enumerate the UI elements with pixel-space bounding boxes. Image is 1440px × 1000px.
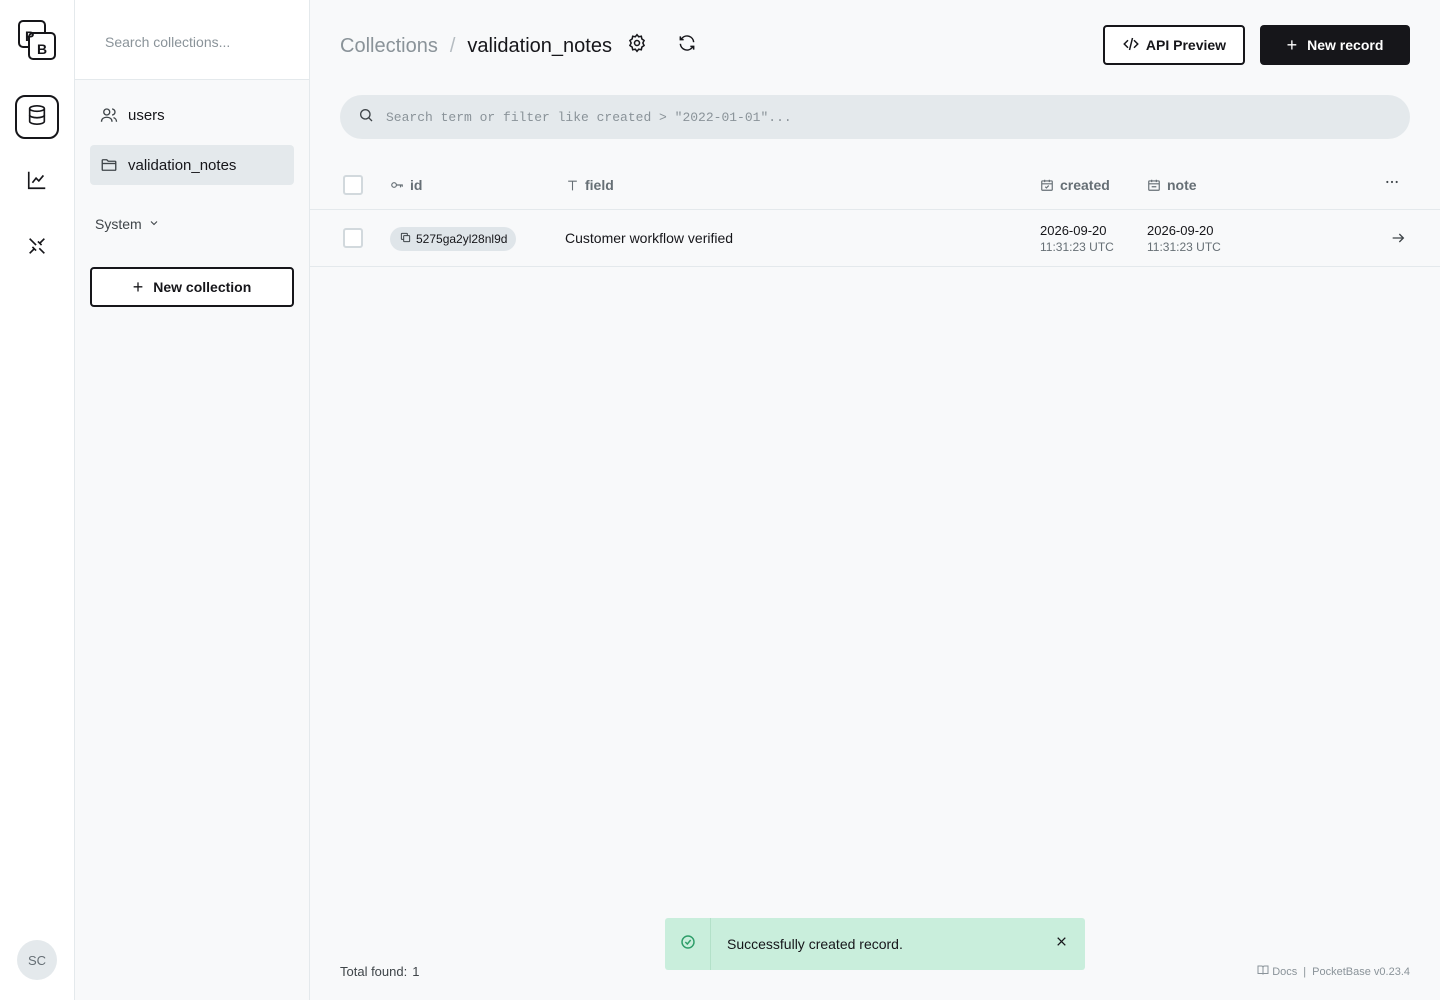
breadcrumb-collections[interactable]: Collections [340, 35, 438, 58]
api-preview-label: API Preview [1145, 37, 1227, 53]
new-record-button[interactable]: + New record [1260, 25, 1410, 65]
column-header-created[interactable]: created [1040, 176, 1110, 194]
collections-sidebar: users validation_notes System + New coll… [75, 0, 310, 1000]
icon-rail: P B SC [0, 0, 75, 1000]
footer-separator: | [1303, 965, 1307, 978]
breadcrumb: Collections / validation_notes [340, 32, 612, 60]
column-header-note[interactable]: note [1147, 176, 1197, 194]
total-found: Total found: 1 [340, 964, 419, 979]
footer-links: Docs | PocketBase v0.23.4 [1257, 964, 1410, 979]
column-header-label: field [585, 177, 614, 193]
more-horizontal-icon [1384, 174, 1400, 193]
breadcrumb-current: validation_notes [467, 34, 612, 57]
key-icon [390, 178, 404, 192]
main-content: Collections / validation_notes API Previ… [310, 0, 1440, 1000]
system-collections-toggle[interactable]: System [95, 214, 160, 234]
success-toast: Successfully created record. [665, 918, 1085, 970]
line-chart-icon [26, 169, 48, 196]
docs-label: Docs [1272, 965, 1298, 978]
breadcrumb-separator: / [449, 34, 456, 57]
settings-nav-button[interactable] [15, 226, 59, 270]
chevron-down-icon [142, 216, 160, 232]
gear-icon [627, 32, 647, 58]
cell-created: 2026-09-20 11:31:23 UTC [1040, 223, 1114, 255]
toast-message: Successfully created record. [727, 936, 903, 952]
note-date: 2026-09-20 [1147, 223, 1214, 238]
calendar-icon [1147, 178, 1161, 192]
book-icon [1257, 964, 1272, 979]
new-record-label: New record [1307, 37, 1384, 53]
toast-status [665, 918, 711, 970]
pocketbase-logo[interactable]: P B [18, 20, 56, 60]
columns-menu-button[interactable] [1384, 174, 1400, 192]
column-header-field[interactable]: field [566, 176, 614, 194]
check-circle-icon [680, 934, 696, 955]
record-id: 5275ga2yl28nl9d [416, 232, 508, 246]
plus-icon: + [132, 276, 144, 297]
sidebar-item-users[interactable]: users [90, 95, 294, 135]
collections-nav-button[interactable] [15, 95, 59, 139]
column-header-label: note [1167, 177, 1197, 193]
total-label: Total found: [340, 964, 408, 979]
tools-icon [26, 235, 48, 262]
created-date: 2026-09-20 [1040, 223, 1107, 238]
total-count: 1 [412, 964, 420, 979]
filter-input[interactable] [386, 109, 1366, 125]
refresh-button[interactable] [674, 32, 700, 58]
user-avatar[interactable]: SC [17, 940, 57, 980]
collection-settings-button[interactable] [624, 32, 650, 58]
column-header-label: id [410, 177, 423, 193]
cell-field: Customer workflow verified [565, 230, 734, 246]
folder-icon [100, 156, 118, 174]
version-link[interactable]: PocketBase v0.23.4 [1312, 966, 1410, 978]
sidebar-item-label: validation_notes [128, 156, 237, 174]
api-preview-button[interactable]: API Preview [1103, 25, 1245, 65]
open-record-button[interactable] [1390, 230, 1406, 251]
svg-text:B: B [37, 41, 47, 57]
system-label: System [95, 216, 142, 232]
refresh-icon [677, 33, 697, 58]
calendar-icon [1040, 178, 1054, 192]
select-all-checkbox[interactable] [343, 175, 363, 195]
docs-link[interactable]: Docs [1257, 964, 1297, 979]
users-icon [100, 106, 118, 124]
new-collection-button[interactable]: + New collection [90, 267, 294, 307]
logs-nav-button[interactable] [15, 160, 59, 204]
collection-search-wrapper [75, 0, 309, 80]
search-icon [358, 107, 374, 128]
code-icon [1122, 35, 1146, 56]
plus-icon: + [1286, 34, 1298, 55]
close-icon [1055, 935, 1068, 953]
sidebar-item-validation-notes[interactable]: validation_notes [90, 145, 294, 185]
arrow-right-icon [1390, 233, 1406, 250]
database-icon [26, 104, 48, 131]
sidebar-item-label: users [128, 106, 165, 124]
note-time: 11:31:23 UTC [1147, 240, 1221, 254]
column-header-id[interactable]: id [390, 176, 422, 194]
text-icon [566, 179, 579, 192]
collection-search-input[interactable] [105, 30, 285, 54]
record-id-badge[interactable]: 5275ga2yl28nl9d [390, 227, 517, 251]
toast-close-button[interactable] [1037, 918, 1085, 970]
table-row[interactable]: 5275ga2yl28nl9d Customer workflow verifi… [310, 210, 1440, 267]
created-time: 11:31:23 UTC [1040, 240, 1114, 254]
new-collection-label: New collection [153, 279, 252, 295]
filter-bar [340, 95, 1410, 139]
cell-note: 2026-09-20 11:31:23 UTC [1147, 223, 1221, 255]
copy-icon [400, 232, 416, 246]
svg-text:P: P [25, 28, 34, 44]
column-header-label: created [1060, 177, 1110, 193]
table-header: id field created note [310, 160, 1440, 210]
row-select-checkbox[interactable] [343, 228, 363, 248]
